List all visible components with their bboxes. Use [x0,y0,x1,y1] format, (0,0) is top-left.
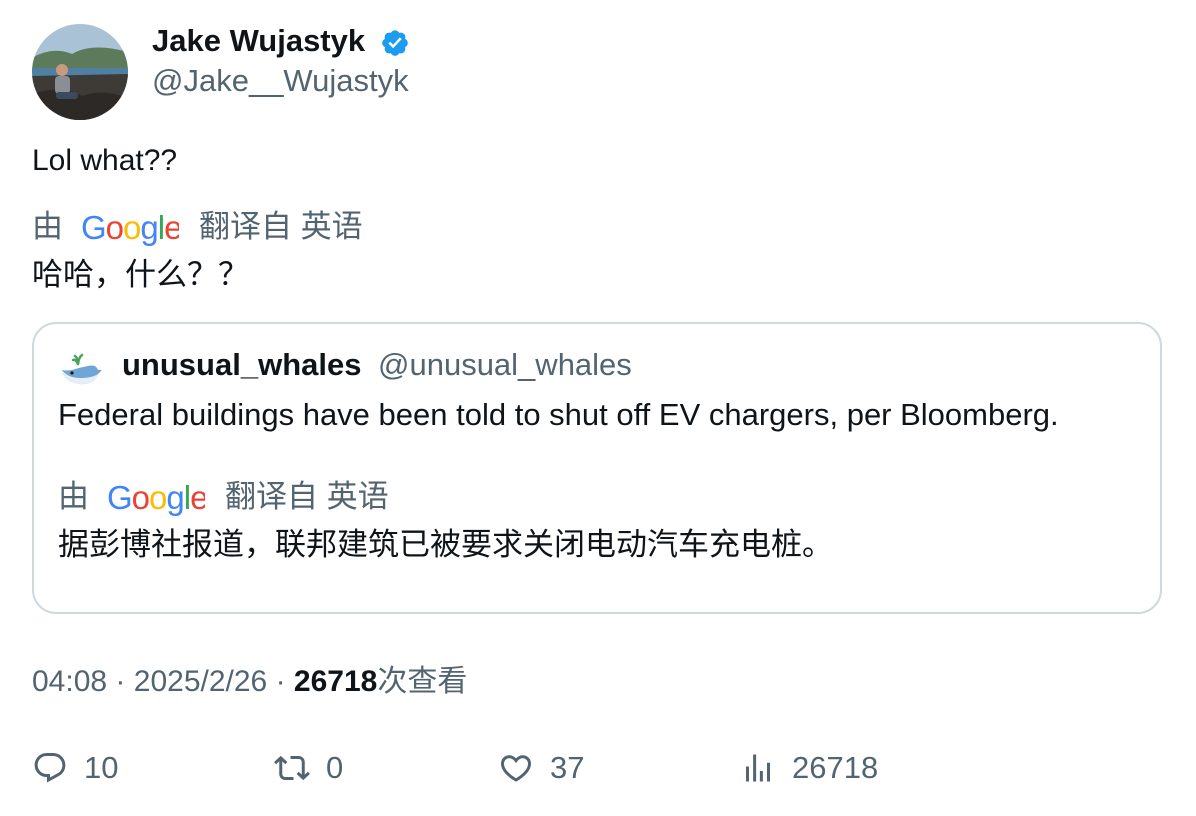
quote-translation-attribution: 由 Google 翻译自 英语 [58,478,389,516]
tweet-date[interactable]: 2025/2/26 [134,665,267,698]
verified-badge-icon [380,28,410,58]
translation-by-label: 由 [58,479,89,514]
tweet-translated-text: 哈哈，什么？？ [32,257,249,292]
tweet-text: Lol what?? [32,144,178,177]
tweet-meta: 04:08 · 2025/2/26 · 26718次查看 [32,662,467,702]
reply-icon [32,750,68,786]
translated-from-label: 翻译自 英语 [199,209,363,244]
google-logo: Google [81,209,179,246]
retweet-button[interactable]: 0 [274,748,343,788]
views-count: 26718 [293,665,378,698]
tweet-time[interactable]: 04:08 [32,665,107,698]
translated-from-label: 翻译自 英语 [225,479,389,514]
heart-icon [498,750,534,786]
like-button[interactable]: 37 [498,748,584,788]
translation-by-label: 由 [32,209,63,244]
meta-separator: · [115,665,126,698]
quote-handle[interactable]: @unusual_whales [378,346,632,384]
meta-separator: · [275,665,286,698]
quote-translated-text: 据彭博社报道，联邦建筑已被要求关闭电动汽车充电桩。 [58,527,833,562]
author-avatar[interactable] [32,24,128,120]
reply-count: 10 [84,750,119,785]
quote-display-name[interactable]: unusual_whales [122,346,361,384]
google-logo: Google [107,479,205,516]
author-handle[interactable]: @Jake__Wujastyk [152,62,409,100]
retweet-count: 0 [326,750,344,785]
views-label: 次查看 [377,665,468,698]
quoted-tweet[interactable]: unusual_whales @unusual_whales Federal b… [32,322,1162,614]
whale-icon[interactable] [58,348,102,392]
quote-text: Federal buildings have been told to shut… [58,397,1059,432]
author-display-name[interactable]: Jake Wujastyk [152,22,365,60]
like-count: 37 [550,750,585,785]
svg-text:Google: Google [107,479,205,516]
views-count-action: 26718 [792,750,879,785]
translation-attribution: 由 Google 翻译自 英语 [32,208,363,246]
svg-text:Google: Google [81,209,179,246]
reply-button[interactable]: 10 [32,748,118,788]
views-button[interactable]: 26718 [740,748,878,788]
retweet-icon [274,750,310,786]
analytics-icon [740,750,776,786]
